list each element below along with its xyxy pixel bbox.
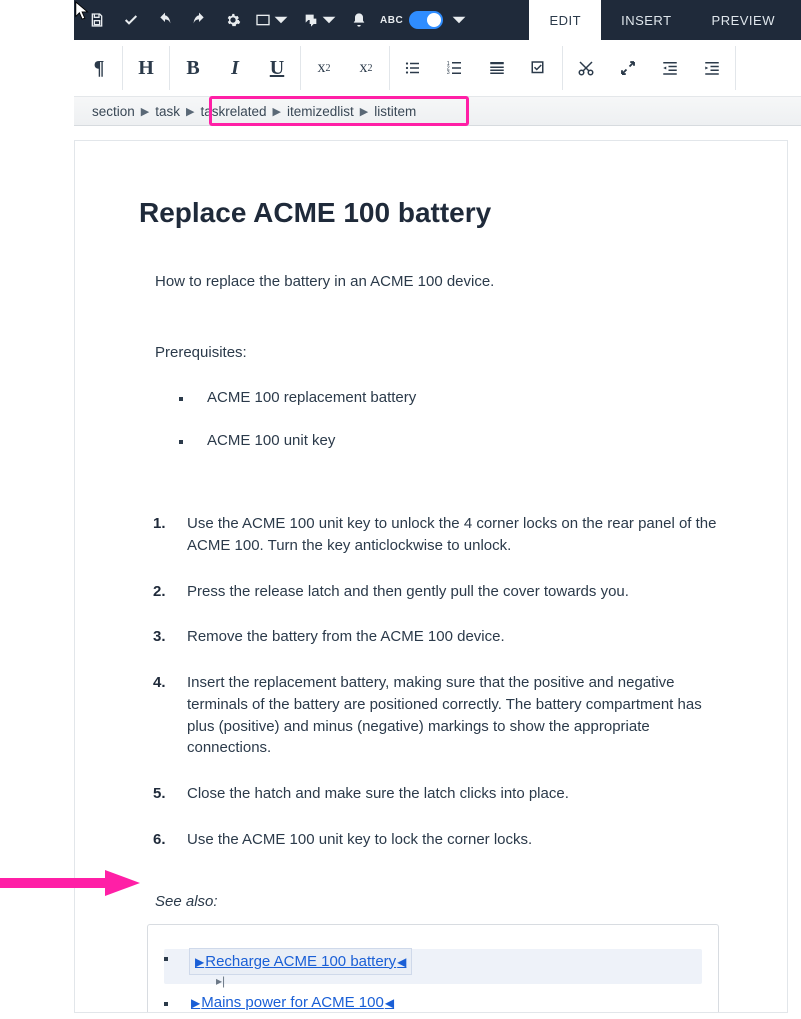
topbar: ABC EDIT INSERT PREVIEW <box>74 0 801 40</box>
definition-list-button[interactable] <box>476 46 518 90</box>
link-text: Recharge ACME 100 battery <box>205 953 396 970</box>
crumb-task[interactable]: task <box>155 104 180 119</box>
seealso-link[interactable]: ▶Recharge ACME 100 battery◀ <box>190 949 411 974</box>
crumb-section[interactable]: section <box>92 104 135 119</box>
list-item[interactable]: Use the ACME 100 unit key to lock the co… <box>153 829 723 851</box>
list-item[interactable]: ▶Mains power for ACME 100◀ <box>164 994 702 1011</box>
seealso-link[interactable]: ▶Mains power for ACME 100◀ <box>190 994 395 1011</box>
subscript-button[interactable]: x2 <box>345 46 387 90</box>
undo-button[interactable] <box>148 0 182 40</box>
check-button[interactable] <box>114 0 148 40</box>
triangle-left-icon: ▶ <box>190 996 201 1010</box>
document-editor[interactable]: Replace ACME 100 battery How to replace … <box>74 140 788 1013</box>
save-button[interactable] <box>80 0 114 40</box>
notifications-button[interactable] <box>342 0 376 40</box>
heading-button[interactable]: H <box>125 46 167 90</box>
cursor-indicator: ▸| <box>216 974 702 984</box>
crumb-listitem[interactable]: listitem <box>374 104 416 119</box>
format-toolbar: ¶ H B I U x2 x2 123 <box>74 40 801 96</box>
prereq-heading[interactable]: Prerequisites: <box>155 344 723 361</box>
toggle-switch[interactable] <box>409 11 443 29</box>
list-item[interactable]: Use the ACME 100 unit key to unlock the … <box>153 513 723 557</box>
italic-button[interactable]: I <box>214 46 256 90</box>
cut-button[interactable] <box>565 46 607 90</box>
tab-insert[interactable]: INSERT <box>601 0 691 40</box>
chevron-right-icon: ▶ <box>186 105 194 118</box>
crumb-taskrelated[interactable]: taskrelated <box>200 104 266 119</box>
collapse-button[interactable] <box>607 46 649 90</box>
left-gutter <box>0 0 74 1019</box>
seealso-box[interactable]: ▶Recharge ACME 100 battery◀ ▸| ▶Mains po… <box>147 924 719 1014</box>
chevron-right-icon: ▶ <box>360 105 368 118</box>
svg-text:3: 3 <box>447 70 450 76</box>
superscript-button[interactable]: x2 <box>303 46 345 90</box>
list-item[interactable]: ACME 100 replacement battery <box>179 389 723 406</box>
spellcheck-label: ABC <box>380 15 403 26</box>
ordered-list-button[interactable]: 123 <box>434 46 476 90</box>
breadcrumb: section ▶ task ▶ taskrelated ▶ itemizedl… <box>74 96 801 126</box>
link-text: Mains power for ACME 100 <box>201 994 384 1011</box>
triangle-right-icon: ◀ <box>396 955 407 969</box>
comments-dropdown[interactable] <box>298 0 342 40</box>
tab-edit[interactable]: EDIT <box>529 0 601 40</box>
triangle-right-icon: ◀ <box>384 996 395 1010</box>
list-item[interactable]: ACME 100 unit key <box>179 432 723 449</box>
bullet-list-button[interactable] <box>392 46 434 90</box>
layout-dropdown[interactable] <box>250 0 294 40</box>
tab-preview[interactable]: PREVIEW <box>692 0 795 40</box>
list-item[interactable]: Close the hatch and make sure the latch … <box>153 783 723 805</box>
list-item[interactable]: Insert the replacement battery, making s… <box>153 672 723 759</box>
outdent-button[interactable] <box>649 46 691 90</box>
bold-button[interactable]: B <box>172 46 214 90</box>
checklist-button[interactable] <box>518 46 560 90</box>
list-item[interactable]: ▶Recharge ACME 100 battery◀ ▸| <box>164 949 702 984</box>
list-item[interactable]: Remove the battery from the ACME 100 dev… <box>153 626 723 648</box>
steps-list[interactable]: Use the ACME 100 unit key to unlock the … <box>153 513 723 851</box>
list-item[interactable]: Press the release latch and then gently … <box>153 581 723 603</box>
triangle-left-icon: ▶ <box>194 955 205 969</box>
page-title[interactable]: Replace ACME 100 battery <box>139 197 723 229</box>
chevron-right-icon: ▶ <box>273 105 281 118</box>
crumb-itemizedlist[interactable]: itemizedlist <box>287 104 354 119</box>
spellcheck-toggle[interactable]: ABC <box>376 0 471 40</box>
indent-button[interactable] <box>691 46 733 90</box>
underline-button[interactable]: U <box>256 46 298 90</box>
seealso-heading[interactable]: See also: <box>155 893 723 910</box>
mode-tabs: EDIT INSERT PREVIEW <box>529 0 795 40</box>
intro-paragraph[interactable]: How to replace the battery in an ACME 10… <box>155 273 723 290</box>
settings-button[interactable] <box>216 0 250 40</box>
redo-button[interactable] <box>182 0 216 40</box>
paragraph-button[interactable]: ¶ <box>78 46 120 90</box>
chevron-right-icon: ▶ <box>141 105 149 118</box>
prereq-list[interactable]: ACME 100 replacement battery ACME 100 un… <box>179 389 723 449</box>
